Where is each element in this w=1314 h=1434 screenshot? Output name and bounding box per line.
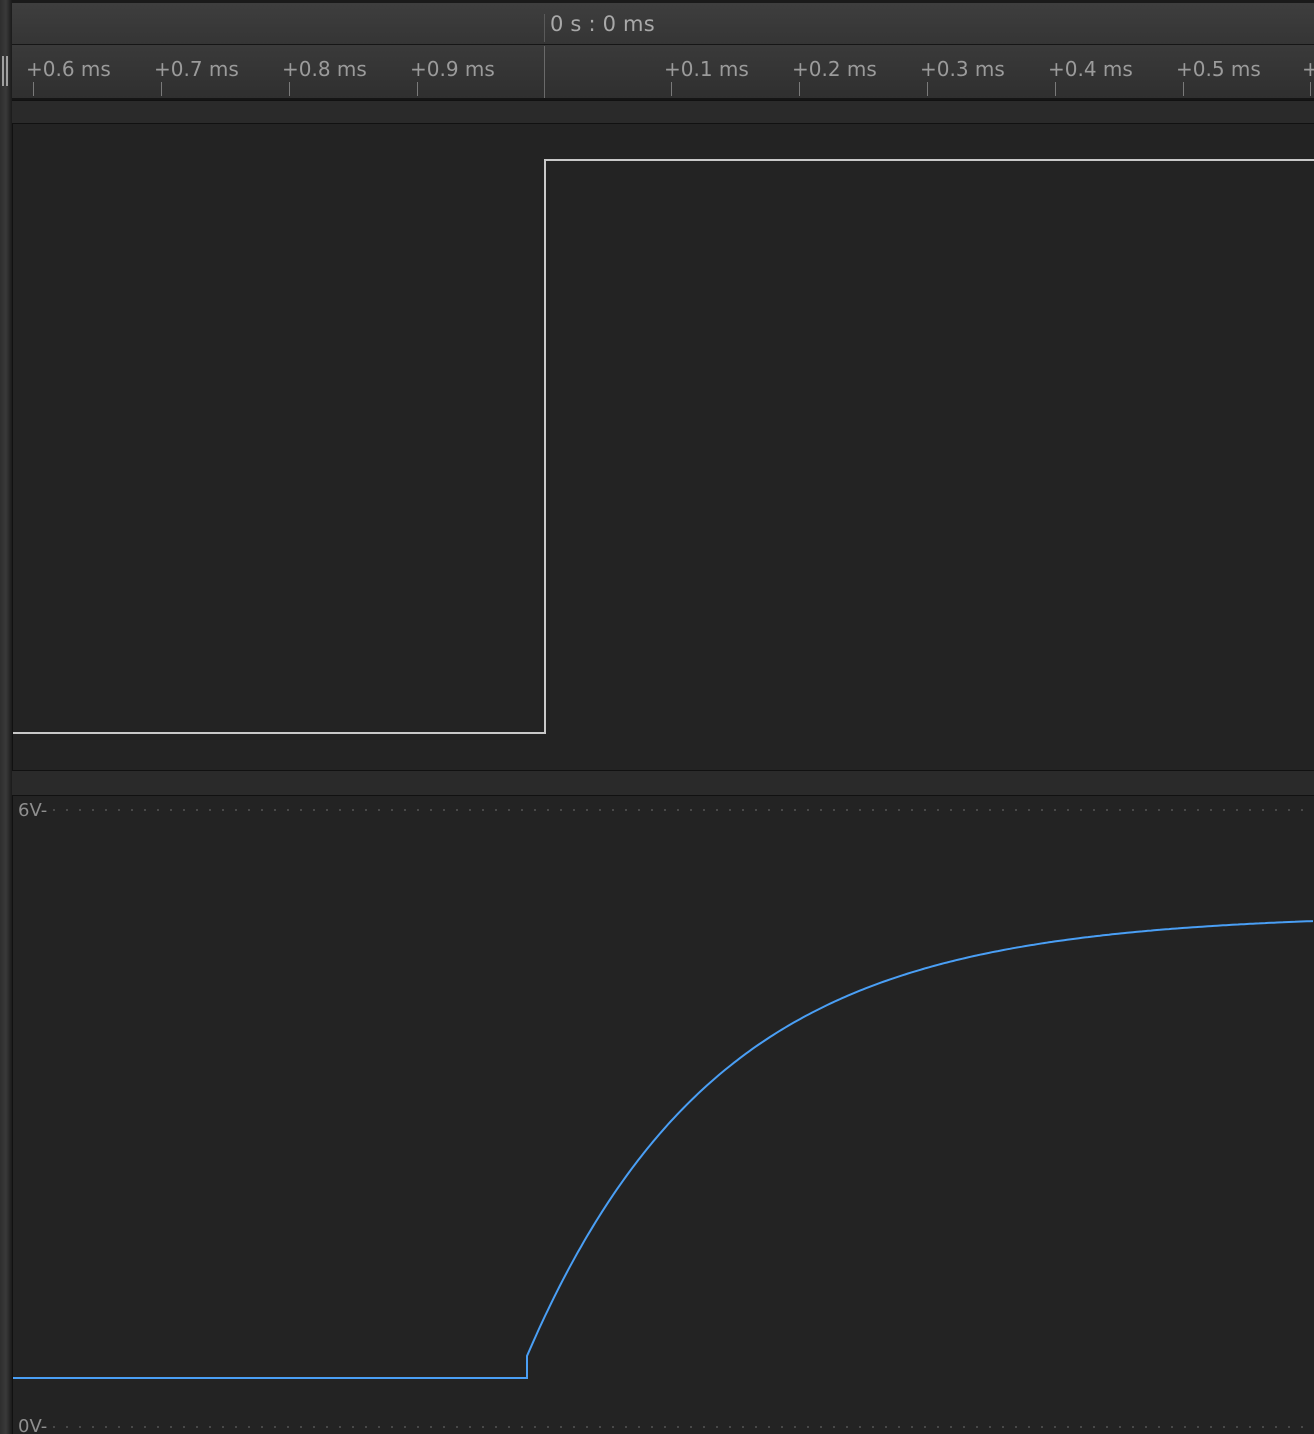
tick-label: +0.8 ms [282, 57, 367, 81]
cursor-time-label: 0 s : 0 ms [550, 12, 655, 36]
analog-waveform [13, 920, 1314, 1379]
time-cursor-bar[interactable] [12, 0, 1314, 45]
tick-mark [161, 82, 162, 96]
channel-separator [12, 770, 1314, 796]
tick-label: +0.5 ms [1176, 57, 1261, 81]
tick-label: +0.4 ms [1048, 57, 1133, 81]
digital-channel-trace[interactable] [13, 124, 1314, 770]
trigger-cursor-marker[interactable] [544, 14, 545, 42]
tick-mark [671, 82, 672, 96]
grip-lines-icon[interactable] [0, 56, 10, 86]
logic-analyzer-window: 0 s : 0 ms +0.6 ms +0.7 ms +0.8 ms +0.9 … [0, 0, 1314, 1434]
tick-label: +0.3 ms [920, 57, 1005, 81]
zero-time-marker [544, 46, 545, 98]
tick-mark [1310, 82, 1311, 96]
digital-waveform [13, 159, 1314, 734]
axis-label-max: 6V- [18, 800, 48, 821]
channel-separator [12, 100, 1314, 124]
analog-channel-trace[interactable] [13, 796, 1314, 1434]
tick-mark [417, 82, 418, 96]
tick-label: +0.7 ms [154, 57, 239, 81]
tick-mark [799, 82, 800, 96]
tick-label: + [1302, 57, 1314, 81]
tick-mark [289, 82, 290, 96]
tick-mark [927, 82, 928, 96]
tick-mark [1055, 82, 1056, 96]
tick-mark [33, 82, 34, 96]
tick-label: +0.6 ms [26, 57, 111, 81]
tick-mark [1183, 82, 1184, 96]
tick-label: +0.1 ms [664, 57, 749, 81]
axis-label-min: 0V- [18, 1416, 48, 1434]
channel-sidebar-edge[interactable] [0, 0, 13, 1434]
tick-label: +0.9 ms [410, 57, 495, 81]
tick-label: +0.2 ms [792, 57, 877, 81]
